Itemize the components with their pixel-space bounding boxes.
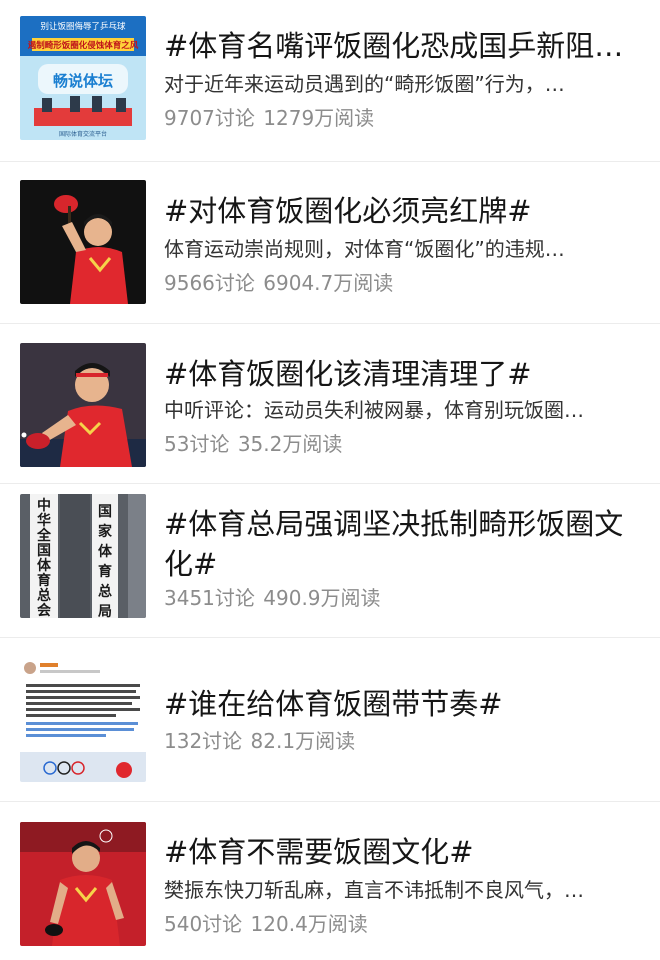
discussion-count: 132讨论 <box>164 729 243 753</box>
read-count: 82.1万阅读 <box>250 729 356 753</box>
thumb-banner-line-2: 遏制畸形饭圈化侵蚀体育之风 <box>28 40 139 51</box>
topic-stats: 132讨论 82.1万阅读 <box>164 727 642 755</box>
sign-left-text: 中华全国体育总会 <box>36 497 52 618</box>
weibo-post-screenshot-image <box>20 658 146 782</box>
topic-list: 别让饭圈侮辱了乒乓球 遏制畸形饭圈化侵蚀体育之风 畅说体坛 国际体育交流平台 #… <box>0 0 660 960</box>
tv-studio-image: 别让饭圈侮辱了乒乓球 遏制畸形饭圈化侵蚀体育之风 畅说体坛 国际体育交流平台 <box>20 16 146 140</box>
thumb-show-logo: 畅说体坛 <box>53 72 113 90</box>
topic-title[interactable]: #体育名嘴评饭圈化恐成国乒新阻… <box>164 26 642 66</box>
table-tennis-player-image <box>20 822 146 946</box>
topic-item[interactable]: #对体育饭圈化必须亮红牌# 体育运动崇尚规则，对体育“饭圈化”的违规… 9566… <box>0 162 660 324</box>
topic-description: 体育运动崇尚规则，对体育“饭圈化”的违规… <box>164 237 565 261</box>
topic-description: 对于近年来运动员遇到的“畸形饭圈”行为，… <box>164 72 565 96</box>
topic-title[interactable]: #谁在给体育饭圈带节奏# <box>164 684 642 724</box>
topic-stats: 9707讨论 1279万阅读 <box>164 104 642 132</box>
thumb-banner-line-1: 别让饭圈侮辱了乒乓球 <box>40 21 126 32</box>
discussion-count: 3451讨论 <box>164 586 255 610</box>
topic-stats: 540讨论 120.4万阅读 <box>164 910 642 938</box>
table-tennis-player-image <box>20 180 146 304</box>
topic-title[interactable]: #对体育饭圈化必须亮红牌# <box>164 191 642 231</box>
read-count: 35.2万阅读 <box>237 432 343 456</box>
topic-stats: 53讨论 35.2万阅读 <box>164 430 642 458</box>
discussion-count: 540讨论 <box>164 912 243 936</box>
topic-item[interactable]: 中华全国体育总会 国家体育总局 #体育总局强调坚决抵制畸形饭圈文化# 3451讨… <box>0 484 660 638</box>
read-count: 1279万阅读 <box>263 106 375 130</box>
topic-thumbnail-post[interactable] <box>20 658 146 782</box>
thumb-caption: 国际体育交流平台 <box>59 130 107 138</box>
read-count: 6904.7万阅读 <box>263 271 394 295</box>
topic-item[interactable]: #谁在给体育饭圈带节奏# 132讨论 82.1万阅读 <box>0 638 660 802</box>
discussion-count: 9566讨论 <box>164 271 255 295</box>
discussion-count: 9707讨论 <box>164 106 255 130</box>
topic-item[interactable]: #体育饭圈化该清理清理了# 中听评论：运动员失利被网暴，体育别玩饭圈… 53讨论… <box>0 324 660 484</box>
topic-thumbnail-tv-studio[interactable]: 别让饭圈侮辱了乒乓球 遏制畸形饭圈化侵蚀体育之风 畅说体坛 国际体育交流平台 <box>20 16 146 140</box>
topic-description: 中听评论：运动员失利被网暴，体育别玩饭圈… <box>164 398 584 422</box>
read-count: 120.4万阅读 <box>250 912 368 936</box>
topic-thumbnail-player[interactable] <box>20 822 146 946</box>
table-tennis-player-image <box>20 343 146 467</box>
topic-title[interactable]: #体育总局强调坚决抵制畸形饭圈文化# <box>164 504 634 584</box>
read-count: 490.9万阅读 <box>263 586 381 610</box>
topic-title[interactable]: #体育不需要饭圈文化# <box>164 832 642 872</box>
topic-description: 樊振东快刀斩乱麻，直言不讳抵制不良风气，… <box>164 878 584 902</box>
discussion-count: 53讨论 <box>164 432 230 456</box>
topic-item[interactable]: 别让饭圈侮辱了乒乓球 遏制畸形饭圈化侵蚀体育之风 畅说体坛 国际体育交流平台 #… <box>0 0 660 162</box>
topic-thumbnail-building[interactable]: 中华全国体育总会 国家体育总局 <box>20 494 146 618</box>
topic-stats: 3451讨论 490.9万阅读 <box>164 584 642 612</box>
topic-stats: 9566讨论 6904.7万阅读 <box>164 269 642 297</box>
topic-thumbnail-player[interactable] <box>20 343 146 467</box>
topic-item[interactable]: #体育不需要饭圈文化# 樊振东快刀斩乱麻，直言不讳抵制不良风气，… 540讨论 … <box>0 802 660 960</box>
topic-thumbnail-player[interactable] <box>20 180 146 304</box>
building-signboard-image: 中华全国体育总会 国家体育总局 <box>20 494 146 618</box>
topic-title[interactable]: #体育饭圈化该清理清理了# <box>164 354 642 394</box>
